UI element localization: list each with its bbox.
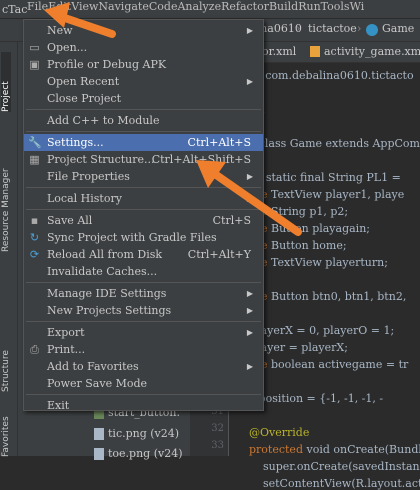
annotation-arrow-settings — [196, 160, 302, 236]
code-line: super.onCreate(savedInstanc — [249, 460, 420, 473]
annotation-arrow-file-menu — [44, 2, 116, 38]
code-line: setContentView(R.layout.act — [249, 477, 420, 490]
annotation-arrows — [44, 2, 302, 236]
